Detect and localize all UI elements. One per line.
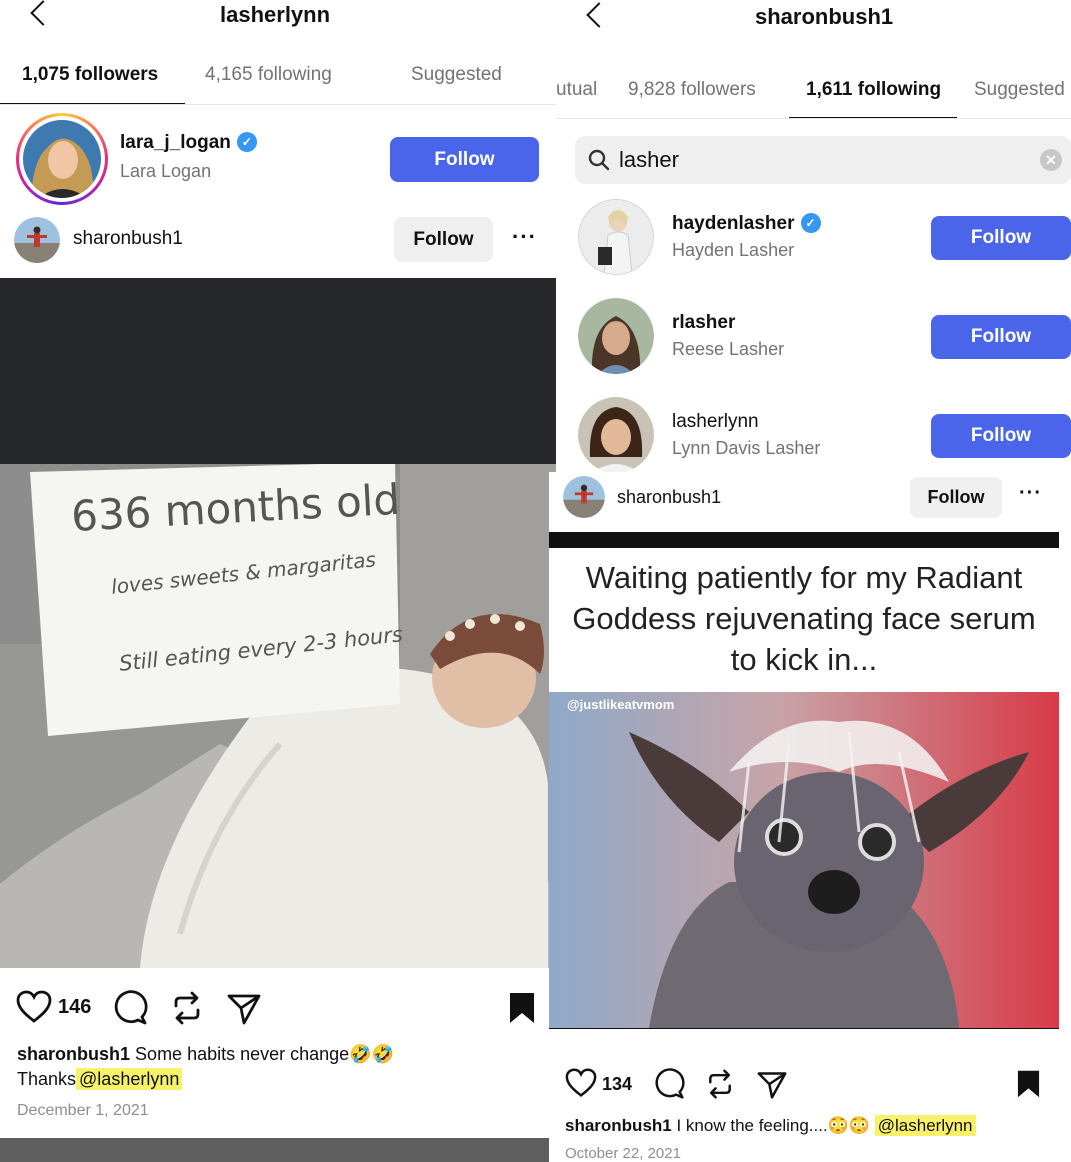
- profile-title: sharonbush1: [755, 4, 894, 29]
- suggested-fullname: Lara Logan: [120, 161, 212, 181]
- meme-watermark: @justlikeatvmom: [567, 697, 675, 712]
- post-caption-line-2: Thanks @lasherlynn: [17, 1068, 183, 1090]
- like-count: 134: [602, 1074, 633, 1094]
- share-icon[interactable]: [226, 992, 262, 1026]
- repost-icon[interactable]: [705, 1068, 735, 1100]
- more-options-icon[interactable]: ···: [1019, 482, 1042, 505]
- result-username-text[interactable]: haydenlasher: [672, 213, 795, 234]
- post-author[interactable]: sharonbush1: [73, 228, 183, 250]
- post-caption: sharonbush1 Some habits never change🤣🤣: [17, 1044, 394, 1065]
- post-follow-button[interactable]: Follow: [910, 477, 1002, 518]
- verified-badge-icon: ✓: [236, 132, 257, 152]
- follow-button[interactable]: Follow: [931, 216, 1071, 260]
- verified-badge-icon: ✓: [800, 213, 821, 233]
- avatar-lasherlynn[interactable]: [578, 397, 654, 473]
- avatar-lara-logan: [23, 120, 101, 198]
- caption-thanks: Thanks: [17, 1069, 77, 1089]
- meme-line-2: Goddess rejuvenating face serum: [572, 601, 1036, 636]
- post-caption: sharonbush1 I know the feeling....😳😳 @la…: [565, 1115, 976, 1136]
- post-follow-button[interactable]: Follow: [394, 217, 493, 262]
- meme-dog-photo: [549, 692, 1059, 1028]
- tab-following[interactable]: 1,611 following: [806, 79, 941, 101]
- comment-icon[interactable]: [112, 990, 148, 1026]
- post-date: October 22, 2021: [565, 1145, 681, 1162]
- mention-link[interactable]: @lasherlynn: [874, 1115, 976, 1136]
- post-image-dark-band: [0, 278, 556, 464]
- caption-text: I know the feeling....😳😳: [676, 1116, 871, 1135]
- bookmark-icon[interactable]: [1016, 1069, 1041, 1099]
- result-fullname: Hayden Lasher: [672, 240, 795, 260]
- caption-text: Some habits never change🤣🤣: [135, 1044, 395, 1064]
- comment-icon[interactable]: [653, 1068, 685, 1100]
- result-username[interactable]: rlasher: [672, 312, 735, 334]
- tab-mutual[interactable]: utual: [556, 79, 597, 101]
- suggested-username[interactable]: lara_j_logan ✓: [120, 132, 257, 154]
- caption-author[interactable]: sharonbush1: [565, 1116, 672, 1135]
- result-fullname: Lynn Davis Lasher: [672, 438, 821, 458]
- result-fullname: Reese Lasher: [672, 339, 785, 359]
- tab-divider: [0, 104, 556, 105]
- avatar-story-ring[interactable]: [16, 113, 108, 205]
- avatar-haydenlasher[interactable]: [578, 199, 654, 275]
- heart-icon[interactable]: [16, 990, 52, 1024]
- more-options-icon[interactable]: ···: [512, 224, 537, 250]
- meme-line-3: to kick in...: [730, 642, 878, 677]
- back-arrow-icon[interactable]: [30, 0, 56, 26]
- heart-icon[interactable]: [565, 1068, 597, 1098]
- avatar-sharonbush1[interactable]: [14, 217, 60, 263]
- avatar-rlasher[interactable]: [578, 298, 654, 374]
- caption-author[interactable]: sharonbush1: [17, 1044, 130, 1064]
- tab-followers[interactable]: 1,075 followers: [22, 64, 158, 86]
- clear-search-icon[interactable]: ✕: [1040, 149, 1062, 171]
- mention-link[interactable]: @lasherlynn: [76, 1068, 183, 1090]
- repost-icon[interactable]: [170, 990, 204, 1026]
- post-author[interactable]: sharonbush1: [617, 487, 721, 508]
- share-icon[interactable]: [756, 1070, 788, 1100]
- follow-button[interactable]: Follow: [931, 315, 1071, 359]
- bottom-bar: [0, 1138, 556, 1162]
- tab-following[interactable]: 4,165 following: [205, 64, 332, 86]
- right-bottom-screenshot-panel: sharonbush1 Follow ··· Waiting patiently…: [549, 472, 1071, 1162]
- tab-suggested[interactable]: Suggested: [974, 79, 1065, 101]
- result-username[interactable]: lasherlynn: [672, 411, 759, 433]
- meme-line-1: Waiting patiently for my Radiant: [585, 560, 1023, 595]
- tab-divider: [556, 118, 1071, 119]
- like-count: 146: [58, 996, 92, 1018]
- follow-button[interactable]: Follow: [931, 414, 1071, 458]
- tab-followers[interactable]: 9,828 followers: [628, 79, 756, 101]
- bookmark-icon[interactable]: [508, 991, 536, 1025]
- result-username[interactable]: haydenlasher ✓: [672, 213, 821, 235]
- tab-suggested[interactable]: Suggested: [411, 64, 502, 86]
- left-screenshot-panel: lasherlynn 1,075 followers 4,165 followi…: [0, 0, 556, 1162]
- profile-title: lasherlynn: [220, 2, 331, 27]
- right-top-screenshot-panel: sharonbush1 utual 9,828 followers 1,611 …: [556, 0, 1071, 475]
- follow-button[interactable]: Follow: [390, 137, 539, 182]
- post-date: December 1, 2021: [17, 1102, 149, 1119]
- search-input[interactable]: lasher: [619, 147, 679, 173]
- search-icon: [588, 149, 610, 171]
- back-arrow-icon[interactable]: [586, 2, 612, 28]
- avatar-sharonbush1[interactable]: [563, 476, 605, 518]
- suggested-username-text[interactable]: lara_j_logan: [120, 132, 231, 153]
